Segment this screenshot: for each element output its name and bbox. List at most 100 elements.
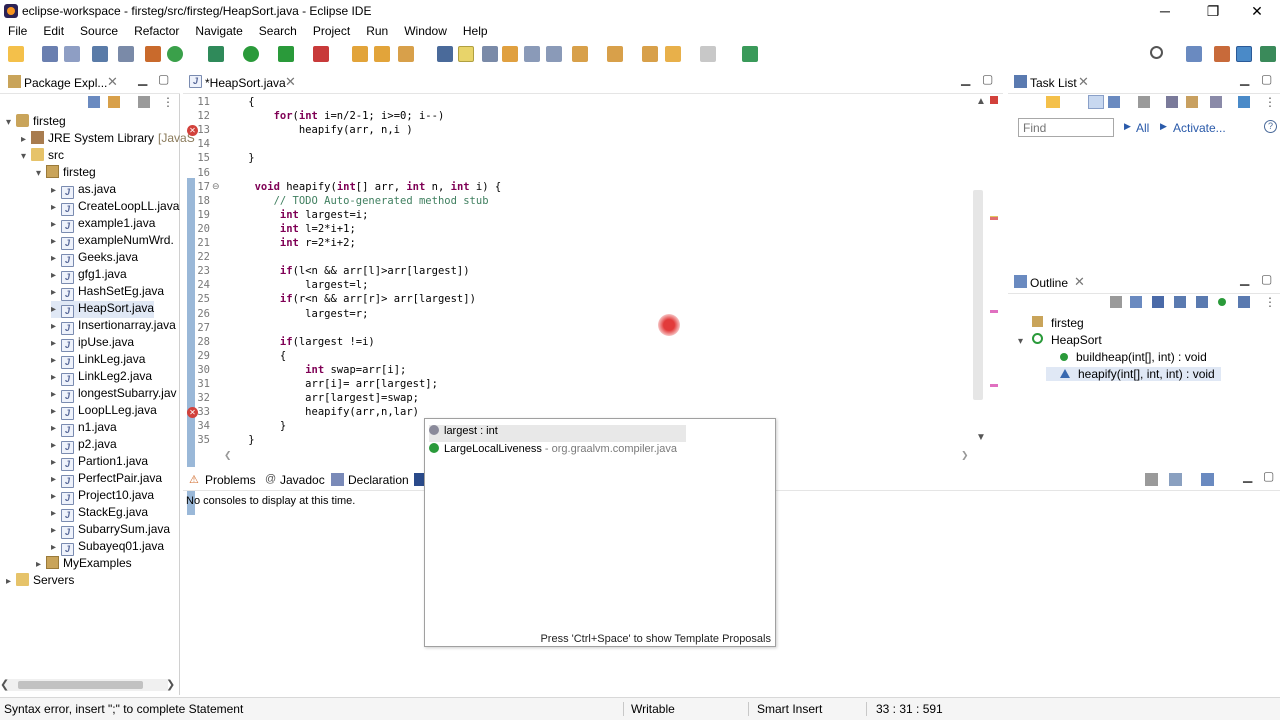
chevron-right-icon[interactable]: ▸ <box>36 559 46 570</box>
tab-javadoc[interactable]: Javadoc <box>280 473 325 487</box>
outline-item[interactable]: buildheap(int[], int) : void <box>1046 350 1207 364</box>
hide-static-icon[interactable] <box>1196 296 1208 308</box>
tree-item[interactable]: ▸ Jexample1.java <box>51 216 155 233</box>
minimize-icon[interactable]: ▁ <box>1243 469 1252 483</box>
toggle-mark-occurrences-icon[interactable] <box>437 46 453 62</box>
display-console-icon[interactable] <box>1169 473 1182 486</box>
tree-item[interactable]: ▸ JipUse.java <box>51 335 134 352</box>
tree-item[interactable]: ▾ firsteg <box>6 114 66 131</box>
save-icon[interactable] <box>42 46 58 62</box>
code-line[interactable]: int largest=i; <box>223 209 369 223</box>
settings-icon[interactable] <box>1110 296 1122 308</box>
minimize-icon[interactable]: ▁ <box>961 72 970 86</box>
horizontal-scrollbar[interactable] <box>4 679 168 691</box>
hide-local-types-icon[interactable] <box>1238 296 1250 308</box>
scroll-right-icon[interactable]: ❯ <box>166 678 175 691</box>
chevron-right-icon[interactable]: ▸ <box>51 525 61 536</box>
open-perspective-icon[interactable] <box>1186 46 1202 62</box>
tree-item[interactable]: ▸ JexampleNumWrd. <box>51 233 174 250</box>
restore-button[interactable]: ❐ <box>1190 1 1236 21</box>
code-line[interactable]: largest=l; <box>223 279 368 293</box>
tab-problems[interactable]: Problems <box>205 473 256 487</box>
tree-item[interactable]: ▸ Jp2.java <box>51 437 117 454</box>
code-line[interactable]: int swap=arr[i]; <box>223 364 406 378</box>
back-icon[interactable] <box>665 46 681 62</box>
tree-item[interactable]: ▸ JlongestSubarry.jav <box>51 386 177 403</box>
new-java-project-icon[interactable] <box>145 46 161 62</box>
java-ee-perspective-icon[interactable] <box>1214 46 1230 62</box>
code-line[interactable]: int l=2*i+1; <box>223 223 356 237</box>
tree-item[interactable]: ▸ J Geeks.java <box>51 250 138 267</box>
scroll-up-icon[interactable]: ▲ <box>976 96 986 107</box>
menu-help[interactable]: Help <box>455 22 496 40</box>
chevron-down-icon[interactable]: ▾ <box>21 151 31 162</box>
code-line[interactable]: if(r<n && arr[r]> arr[largest]) <box>223 293 476 307</box>
pilcrow-icon[interactable] <box>546 46 562 62</box>
forward-icon[interactable] <box>700 46 716 62</box>
chevron-right-icon[interactable]: ▸ <box>51 355 61 366</box>
code-line[interactable]: { <box>223 350 286 364</box>
debug-skip-icon[interactable] <box>118 46 134 62</box>
filters-icon[interactable] <box>138 96 150 108</box>
chevron-right-icon[interactable]: ▸ <box>51 287 61 298</box>
open-task-icon[interactable] <box>374 46 390 62</box>
tree-item[interactable]: ▸ JRE System Library [JavaS <box>21 131 195 148</box>
code-line[interactable]: } <box>223 420 286 434</box>
help-icon[interactable]: ? <box>1264 120 1277 133</box>
proposal-item[interactable]: largest : int <box>429 425 686 442</box>
view-menu-icon[interactable]: ⋮ <box>1264 295 1276 309</box>
toggle-highlight-icon[interactable] <box>458 46 474 62</box>
chevron-right-icon[interactable]: ▸ <box>51 253 61 264</box>
minimize-icon[interactable]: ▁ <box>138 72 147 86</box>
next-annotation-icon[interactable] <box>572 46 588 62</box>
menu-navigate[interactable]: Navigate <box>187 22 250 40</box>
chevron-right-icon[interactable]: ▸ <box>51 491 61 502</box>
new-task-icon[interactable] <box>1046 96 1060 108</box>
chevron-right-icon[interactable]: ▸ <box>51 372 61 383</box>
menu-edit[interactable]: Edit <box>35 22 72 40</box>
find-input[interactable] <box>1018 118 1114 137</box>
code-line[interactable]: { <box>223 96 254 110</box>
tree-item[interactable]: ▸ J Project10.java <box>51 488 154 505</box>
hide-nonpublic-icon[interactable] <box>1218 298 1226 306</box>
chevron-down-icon[interactable]: ▾ <box>1018 336 1032 347</box>
debug-perspective-icon[interactable] <box>1260 46 1276 62</box>
chevron-right-icon[interactable]: ▸ <box>21 134 31 145</box>
new-icon[interactable] <box>8 46 24 62</box>
code-line[interactable]: for(int i=n/2-1; i>=0; i--) <box>223 110 445 124</box>
close-icon[interactable]: ✕ <box>1078 74 1089 90</box>
code-line[interactable]: if(largest !=i) <box>223 336 375 350</box>
categorized-icon[interactable] <box>1088 95 1104 109</box>
menu-project[interactable]: Project <box>305 22 358 40</box>
chevron-right-icon[interactable]: ▸ <box>51 542 61 553</box>
hscroll-right-icon[interactable]: ❯ <box>961 450 969 461</box>
java-perspective-icon[interactable] <box>1236 46 1252 62</box>
menu-search[interactable]: Search <box>251 22 305 40</box>
tree-item[interactable]: ▸ J LinkLeg.java <box>51 352 145 369</box>
tree-item[interactable]: ▸ MyExamples <box>36 556 132 573</box>
tree-item[interactable]: ▸ J CreateLoopLL.java <box>51 199 179 216</box>
view-menu-icon[interactable]: ⋮ <box>162 95 174 109</box>
code-line[interactable]: arr[largest]=swap; <box>223 392 419 406</box>
scheduled-icon[interactable] <box>1108 96 1120 108</box>
run-icon[interactable] <box>243 46 259 62</box>
tree-item[interactable]: ▸ J LoopLLeg.java <box>51 403 157 420</box>
coverage-icon[interactable] <box>278 46 294 62</box>
pin-console-icon[interactable] <box>1145 473 1158 486</box>
chevron-down-icon[interactable]: ▾ <box>6 117 16 128</box>
chevron-right-icon[interactable]: ▸ <box>51 338 61 349</box>
outline-item[interactable]: heapify(int[], int, int) : void <box>1046 367 1221 381</box>
maximize-icon[interactable]: ▢ <box>1261 72 1272 86</box>
chevron-right-icon[interactable]: ▸ <box>51 219 61 230</box>
tree-item[interactable]: ▾ src <box>21 148 64 165</box>
editor-tab-heapsort[interactable]: *HeapSort.java <box>205 76 286 90</box>
tree-item[interactable]: ▸ Jas.java <box>51 182 116 199</box>
tree-item[interactable]: ▸ J LinkLeg2.java <box>51 369 152 386</box>
close-icon[interactable]: ✕ <box>1074 274 1085 290</box>
word-wrap-icon[interactable] <box>502 46 518 62</box>
open-console-icon[interactable] <box>1201 473 1214 486</box>
task-repos-icon[interactable] <box>1238 96 1250 108</box>
view-menu-icon[interactable]: ⋮ <box>1264 95 1276 109</box>
tree-item[interactable]: ▾ firsteg <box>36 165 96 182</box>
maximize-icon[interactable]: ▢ <box>158 72 169 86</box>
